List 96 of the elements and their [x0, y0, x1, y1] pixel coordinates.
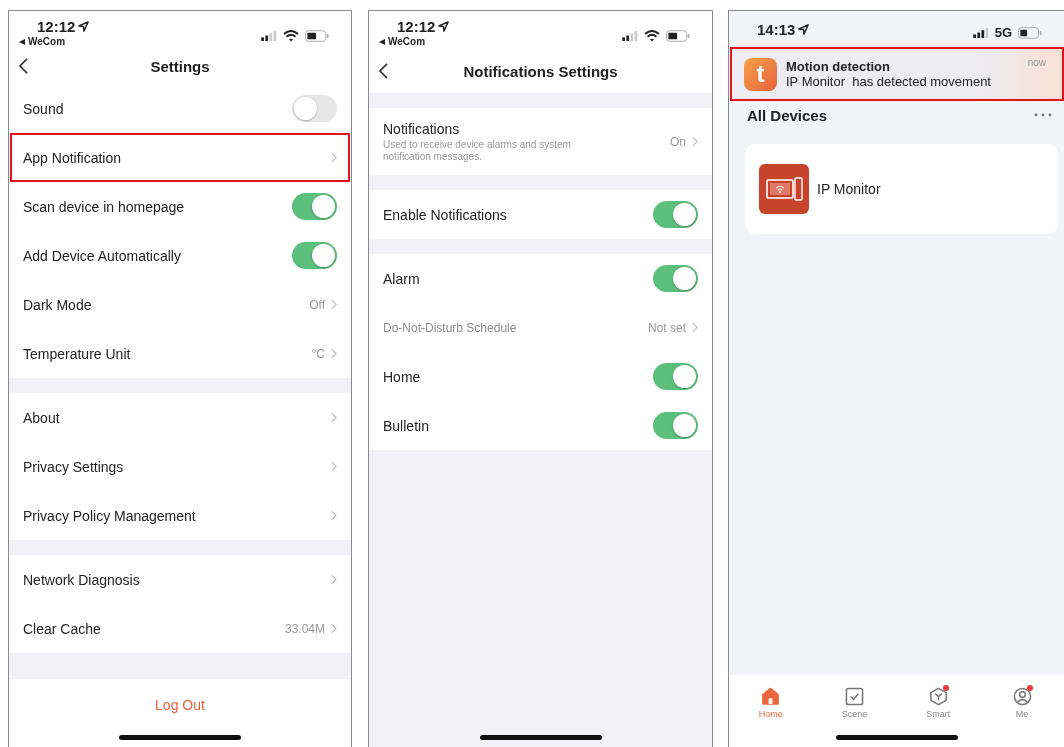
- chevron-right-icon: [331, 461, 337, 473]
- back-to-app-link[interactable]: WeCom: [379, 36, 450, 47]
- battery-icon: [305, 30, 329, 42]
- settings-row[interactable]: Privacy Settings: [9, 442, 351, 492]
- settings-row[interactable]: App Notification: [10, 133, 350, 183]
- row-value: Not set: [648, 320, 686, 335]
- toggle-switch[interactable]: [292, 193, 337, 221]
- battery-icon: [1018, 26, 1042, 39]
- back-triangle-icon: [379, 38, 385, 45]
- checkbox-icon: [845, 687, 865, 706]
- screen-title: Notifications Settings: [463, 62, 618, 80]
- row-label: Do-Not-Disturb Schedule: [383, 320, 518, 335]
- device-name: IP Monitor: [817, 181, 881, 197]
- row-label: Privacy Settings: [23, 458, 125, 475]
- chevron-right-icon: [331, 152, 337, 164]
- settings-row[interactable]: Temperature Unit °C: [9, 329, 351, 379]
- notification-banner[interactable]: t Motion detection IP Monitor has detected movement now: [730, 47, 1064, 101]
- settings-row[interactable]: Bulletin: [369, 401, 712, 450]
- toggle-switch[interactable]: [653, 265, 698, 292]
- row-value: 33.04M: [284, 621, 325, 636]
- location-arrow-icon: [798, 24, 810, 35]
- chevron-right-icon: [331, 510, 337, 522]
- settings-row[interactable]: Sound: [9, 84, 351, 134]
- back-icon[interactable]: [19, 58, 28, 75]
- toggle-switch[interactable]: [292, 95, 337, 123]
- chevron-right-icon: [331, 299, 337, 311]
- toggle-switch[interactable]: [653, 201, 698, 228]
- tab[interactable]: Me: [997, 687, 1048, 719]
- settings-row[interactable]: About: [9, 393, 351, 443]
- device-card[interactable]: IP Monitor: [745, 144, 1058, 234]
- settings-row[interactable]: Clear Cache 33.04M: [9, 604, 351, 654]
- chevron-right-icon: [692, 136, 698, 147]
- row-label: Clear Cache: [23, 620, 102, 637]
- row-label: Scan device in homepage: [23, 198, 186, 215]
- settings-row[interactable]: Add Device Automatically: [9, 231, 351, 281]
- toggle-switch[interactable]: [653, 412, 698, 439]
- signal-icon: [622, 31, 638, 41]
- battery-icon: [666, 30, 690, 42]
- status-time: 12:12: [37, 18, 76, 35]
- row-description: Used to receive device alarms and system notification messages.: [383, 138, 572, 163]
- row-label: Alarm: [383, 270, 421, 287]
- settings-row[interactable]: Network Diagnosis: [9, 555, 351, 605]
- user-icon: [1012, 687, 1032, 706]
- wifi-icon: [644, 30, 660, 42]
- house-icon: [761, 687, 781, 706]
- settings-row[interactable]: Scan device in homepage: [9, 182, 351, 232]
- row-label: About: [23, 409, 61, 426]
- chevron-right-icon: [331, 348, 337, 360]
- notification-message: IP Monitor has detected movement: [786, 74, 992, 89]
- row-label: Temperature Unit: [23, 345, 132, 362]
- settings-row[interactable]: Privacy Policy Management: [9, 491, 351, 541]
- network-label: 5G: [994, 25, 1012, 40]
- back-to-app-link[interactable]: WeCom: [19, 36, 90, 47]
- location-arrow-icon: [438, 21, 450, 32]
- row-label: Notifications: [383, 120, 461, 137]
- monitor-icon: [759, 164, 809, 214]
- status-time: 12:12: [397, 18, 436, 35]
- notification-time: now: [1027, 57, 1046, 68]
- row-label: Network Diagnosis: [23, 571, 141, 588]
- tab[interactable]: Scene: [829, 687, 880, 719]
- row-label: Dark Mode: [23, 296, 93, 313]
- row-value: Off: [309, 297, 325, 312]
- settings-row[interactable]: Notifications Used to receive device alarms and system notification messages. On: [369, 108, 712, 175]
- settings-row[interactable]: Enable Notifications: [369, 190, 712, 239]
- wifi-icon: [283, 30, 299, 42]
- app-icon: t: [744, 57, 777, 91]
- settings-row[interactable]: Dark Mode Off: [9, 280, 351, 330]
- status-time: 14:13: [757, 21, 796, 38]
- hexagon-icon: [928, 687, 948, 706]
- chevron-right-icon: [331, 623, 337, 635]
- location-arrow-icon: [78, 21, 90, 32]
- section-title: All Devices: [747, 106, 828, 124]
- screen-title: Settings: [150, 57, 210, 75]
- row-label: Add Device Automatically: [23, 247, 182, 264]
- tab[interactable]: Smart: [913, 687, 964, 719]
- row-value: On: [670, 134, 686, 149]
- toggle-switch[interactable]: [292, 242, 337, 270]
- more-icon[interactable]: [1034, 113, 1052, 117]
- settings-row[interactable]: Alarm: [369, 254, 712, 303]
- chevron-right-icon: [692, 322, 698, 333]
- row-label: App Notification: [23, 149, 123, 166]
- toggle-switch[interactable]: [653, 363, 698, 390]
- back-icon[interactable]: [379, 63, 388, 79]
- chevron-right-icon: [331, 574, 337, 586]
- row-label: Sound: [23, 100, 65, 117]
- row-label: Bulletin: [383, 417, 430, 434]
- row-label: Enable Notifications: [383, 206, 508, 223]
- signal-icon: [261, 31, 277, 41]
- settings-row[interactable]: Home: [369, 352, 712, 401]
- signal-icon: [972, 27, 989, 38]
- row-value: °C: [311, 346, 325, 361]
- row-label: Privacy Policy Management: [23, 507, 197, 524]
- chevron-right-icon: [331, 412, 337, 424]
- notification-title: Motion detection: [786, 59, 891, 74]
- back-triangle-icon: [19, 38, 25, 45]
- row-label: Home: [383, 368, 422, 385]
